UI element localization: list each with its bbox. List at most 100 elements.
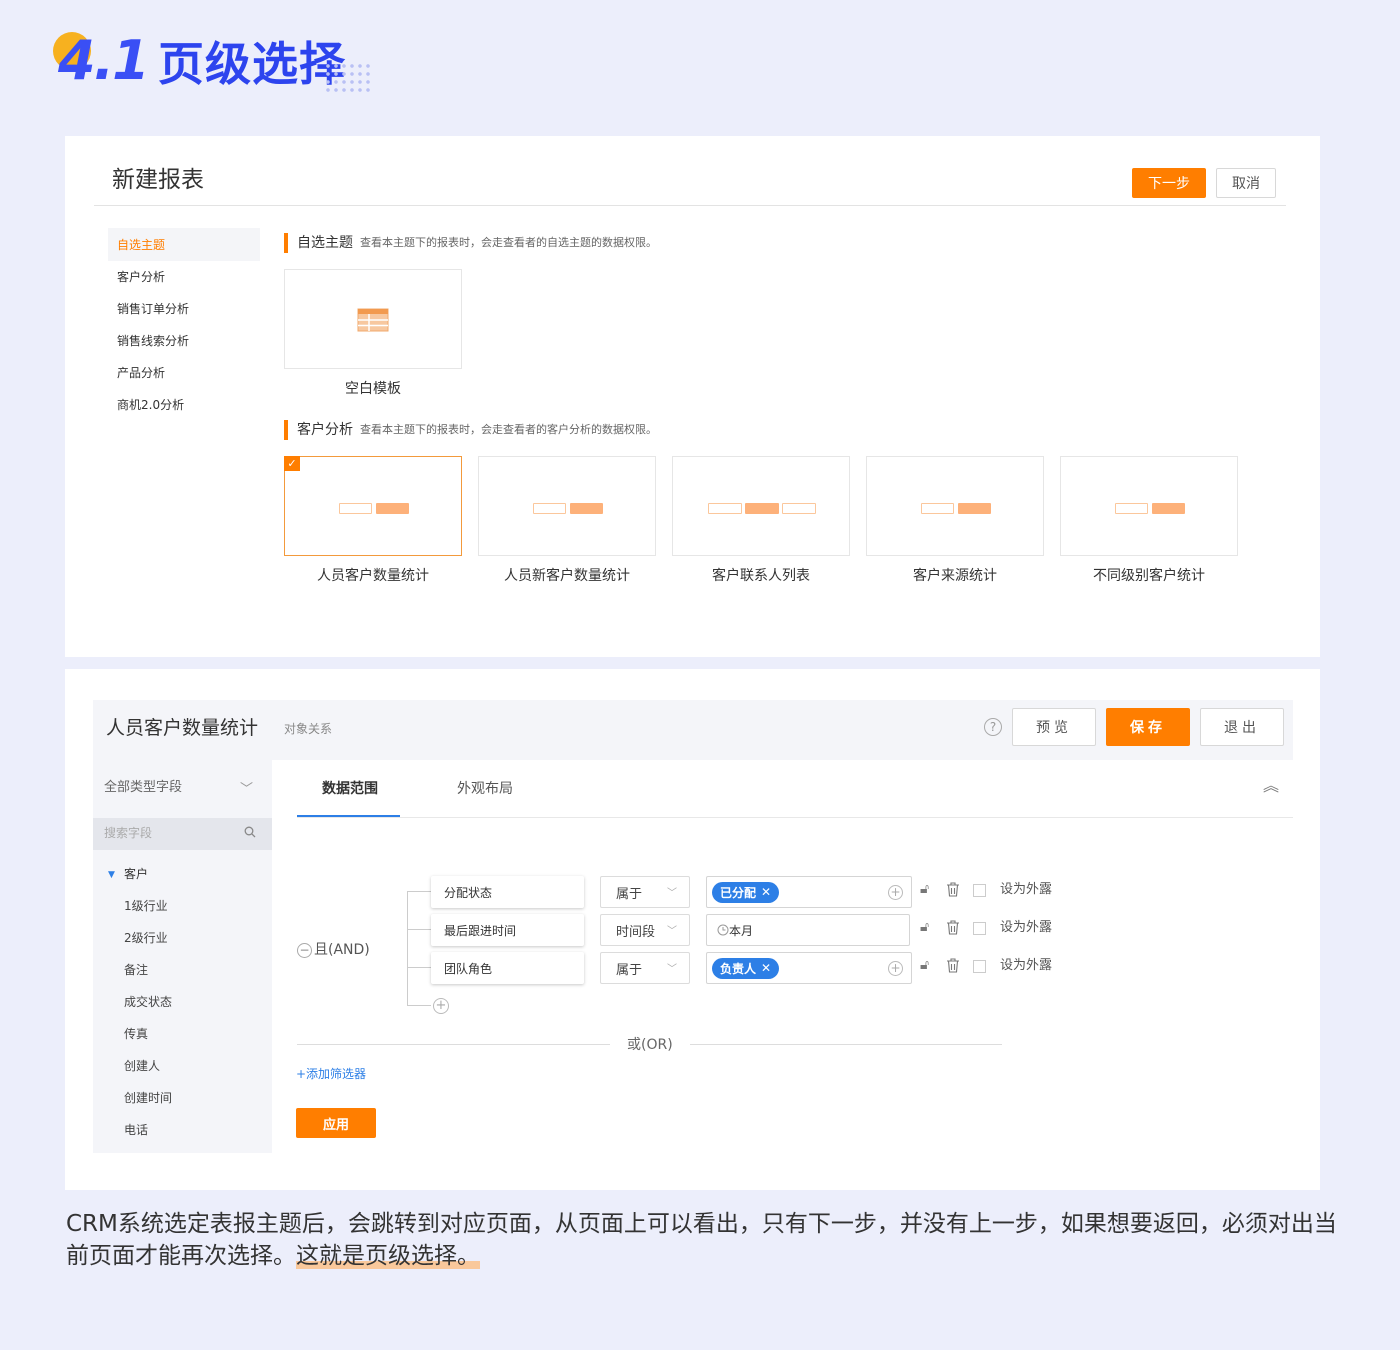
sidebar-item-custom-theme[interactable]: 自选主题 <box>117 237 165 253</box>
sidebar-item-customer-analysis[interactable]: 客户分析 <box>117 269 165 285</box>
card-thumb-block <box>339 503 372 514</box>
collapse-group-icon[interactable]: − <box>297 943 312 958</box>
connector <box>407 891 431 892</box>
cancel-button[interactable]: 取消 <box>1216 168 1276 198</box>
heading-dots-decoration <box>324 62 374 94</box>
preview-button[interactable]: 预览 <box>1012 708 1096 746</box>
card-thumb-block <box>533 503 566 514</box>
external-checkbox[interactable] <box>973 884 986 897</box>
blank-template-card[interactable] <box>284 269 462 369</box>
sidebar-item-product-analysis[interactable]: 产品分析 <box>117 365 165 381</box>
card-thumb-block <box>708 503 742 514</box>
search-icon[interactable] <box>244 826 256 838</box>
card-thumb-block <box>1115 503 1148 514</box>
add-condition-icon[interactable]: + <box>433 998 449 1014</box>
trash-icon[interactable] <box>946 958 960 973</box>
card-label: 客户来源统计 <box>913 568 997 584</box>
sidebar-item-sales-lead-analysis[interactable]: 销售线索分析 <box>117 333 189 349</box>
save-button[interactable]: 保存 <box>1106 708 1190 746</box>
filter-field[interactable]: 分配状态 <box>431 876 584 908</box>
section-title-customer: 客户分析 <box>297 422 353 438</box>
chevron-down-icon[interactable]: ﹀ <box>240 778 253 797</box>
connector <box>407 1005 431 1006</box>
operator-label: 时间段 <box>616 924 656 940</box>
tab-data-range[interactable]: 数据范围 <box>322 779 378 799</box>
selected-check-icon: ✓ <box>284 456 300 471</box>
tree-item[interactable]: 传真 <box>124 1026 148 1042</box>
tree-item[interactable]: 成交状态 <box>124 994 172 1010</box>
tree-root-customer[interactable]: 客户 <box>124 866 148 882</box>
card-label: 人员客户数量统计 <box>317 568 429 584</box>
exit-button[interactable]: 退出 <box>1200 708 1284 746</box>
tab-appearance-layout[interactable]: 外观布局 <box>457 779 513 799</box>
clock-icon <box>717 924 729 936</box>
remove-tag-icon[interactable]: ✕ <box>761 961 771 975</box>
filter-value-input[interactable]: 本月 <box>706 914 910 946</box>
operator-label: 属于 <box>616 962 643 978</box>
tree-item[interactable]: 创建人 <box>124 1058 160 1074</box>
filter-operator-select[interactable]: 属于 ﹀ <box>600 876 690 908</box>
external-checkbox[interactable] <box>973 922 986 935</box>
filter-value-input[interactable]: 已分配 ✕ + <box>706 876 912 908</box>
tree-item[interactable]: 创建时间 <box>124 1090 172 1106</box>
chevron-down-icon: ﹀ <box>667 926 677 937</box>
operator-label: 属于 <box>616 886 643 902</box>
report-card-staff-new-customer-count[interactable] <box>478 456 656 556</box>
tab-divider <box>297 817 1293 818</box>
external-label: 设为外露 <box>1000 958 1053 973</box>
add-value-icon[interactable]: + <box>888 961 903 976</box>
value-text: 本月 <box>729 923 754 938</box>
report-card-customer-level[interactable] <box>1060 456 1238 556</box>
next-step-button[interactable]: 下一步 <box>1132 168 1206 198</box>
and-label: 且(AND) <box>314 942 370 958</box>
or-divider-right <box>690 1044 1002 1045</box>
collapse-up-icon[interactable]: ︽ <box>1263 778 1279 794</box>
unlock-icon[interactable]: 🔓︎ <box>920 919 929 935</box>
value-tag-label: 已分配 <box>720 885 757 900</box>
unlock-icon[interactable]: 🔓︎ <box>920 957 929 973</box>
new-report-title: 新建报表 <box>112 167 204 193</box>
trash-icon[interactable] <box>946 920 960 935</box>
section-desc-customer: 查看本主题下的报表时，会走查看者的客户分析的数据权限。 <box>360 423 657 436</box>
active-tab-indicator <box>297 815 400 817</box>
caret-down-icon[interactable]: ▼ <box>108 870 115 880</box>
trash-icon[interactable] <box>946 882 960 897</box>
card-thumb-block <box>1152 503 1185 514</box>
add-value-icon[interactable]: + <box>888 885 903 900</box>
report-card-staff-customer-count[interactable] <box>284 456 462 556</box>
filter-operator-select[interactable]: 属于 ﹀ <box>600 952 690 984</box>
report-card-contact-list[interactable] <box>672 456 850 556</box>
filter-operator-select[interactable]: 时间段 ﹀ <box>600 914 690 946</box>
caption-highlight: 这就是页级选择。 <box>296 1243 480 1269</box>
object-relation-link[interactable]: 对象关系 <box>284 720 332 738</box>
tree-item[interactable]: 电话 <box>124 1122 148 1138</box>
apply-button[interactable]: 应用 <box>296 1108 376 1138</box>
search-placeholder: 搜索字段 <box>104 826 153 840</box>
card-thumb-block <box>745 503 779 514</box>
field-type-dropdown[interactable]: 全部类型字段 <box>104 779 182 797</box>
unlock-icon[interactable]: 🔓︎ <box>920 881 929 897</box>
filter-field[interactable]: 团队角色 <box>431 952 584 984</box>
external-label: 设为外露 <box>1000 882 1053 897</box>
card-thumb-block <box>958 503 991 514</box>
card-label: 客户联系人列表 <box>712 568 810 584</box>
tree-item[interactable]: 1级行业 <box>124 898 168 914</box>
add-filter-link[interactable]: +添加筛选器 <box>296 1066 366 1082</box>
value-tag-label: 负责人 <box>720 961 757 976</box>
external-checkbox[interactable] <box>973 960 986 973</box>
help-icon[interactable]: ? <box>984 718 1002 736</box>
sidebar-item-opportunity-analysis[interactable]: 商机2.0分析 <box>117 397 184 413</box>
sidebar-item-sales-order-analysis[interactable]: 销售订单分析 <box>117 301 189 317</box>
header-divider <box>94 205 1286 206</box>
filter-value-input[interactable]: 负责人 ✕ + <box>706 952 912 984</box>
caption-text: CRM系统选定表报主题后，会跳转到对应页面，从页面上可以看出，只有下一步，并没有… <box>66 1211 1337 1269</box>
card-thumb-block <box>376 503 409 514</box>
connector <box>407 967 431 968</box>
card-thumb-block <box>570 503 603 514</box>
remove-tag-icon[interactable]: ✕ <box>761 885 771 899</box>
card-thumb-block <box>921 503 954 514</box>
tree-item[interactable]: 2级行业 <box>124 930 168 946</box>
report-card-customer-source[interactable] <box>866 456 1044 556</box>
tree-item[interactable]: 备注 <box>124 962 148 978</box>
filter-field[interactable]: 最后跟进时间 <box>431 914 584 946</box>
